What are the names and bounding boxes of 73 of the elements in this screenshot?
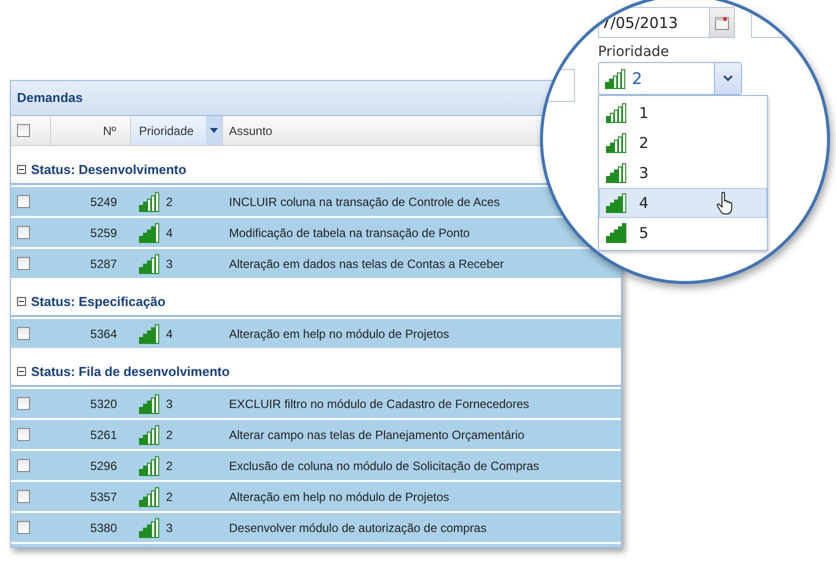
- checkbox[interactable]: [17, 397, 30, 410]
- field-label: Prioridade: [598, 44, 670, 60]
- table-cell-text: 5249: [89, 194, 118, 210]
- group-heading: Status: Especificação: [31, 294, 166, 308]
- table-cell-text: Alteração em help no módulo de Projetos: [228, 490, 450, 504]
- table-cell: 2: [166, 490, 173, 504]
- table-cell-text: 5261: [89, 426, 118, 444]
- checkbox[interactable]: [17, 490, 30, 503]
- priority-bars-icon: [606, 103, 627, 123]
- priority-bars-icon: [139, 324, 160, 344]
- table-cell-text: 5357: [89, 488, 118, 506]
- table-cell-text: Desenvolver módulo de autorização de compras: [228, 520, 488, 534]
- table-cell-text: Alteração em dados nas telas de Contas a Receber: [228, 256, 505, 270]
- table-row[interactable]: 5380 3 Desenvolver módulo de autorização de compras: [11, 511, 621, 542]
- checkbox[interactable]: [17, 521, 30, 534]
- priority-bars-icon: [139, 394, 160, 414]
- priority-combo-box[interactable]: 2: [598, 62, 742, 95]
- priority-bars-icon: [139, 424, 160, 444]
- table-cell-text: 5380: [89, 520, 118, 536]
- table-cell: 3: [166, 256, 173, 270]
- table-cell: 3: [166, 520, 173, 534]
- calendar-icon[interactable]: [710, 7, 735, 38]
- table-row[interactable]: 5320 3 EXCLUIR filtro no módulo de Cadastro de Fornecedores: [11, 387, 621, 418]
- priority-bars-icon: [605, 68, 626, 88]
- table-cell: 2: [166, 458, 173, 472]
- table-cell-text: EXCLUIR filtro no módulo de Cadastro de Fornecedores: [228, 396, 530, 410]
- table-cell-text: Alteração em help no módulo de Projetos: [228, 326, 450, 340]
- priority-bars-icon: [139, 192, 160, 212]
- group-heading: Status: Fila de desenvolvimento: [31, 364, 230, 378]
- dropdown-option[interactable]: 2: [599, 128, 767, 158]
- table-cell-text: Modificação de tabela na transação de Ponto: [228, 226, 471, 240]
- table-cell-text: 5320: [89, 396, 118, 412]
- group-heading: Status: Desenvolvimento: [31, 162, 186, 176]
- table-cell: 2: [166, 428, 173, 442]
- table-cell: 4: [166, 226, 173, 240]
- checkbox[interactable]: [17, 459, 30, 472]
- checkbox[interactable]: [17, 327, 30, 340]
- collapse-icon[interactable]: [17, 164, 26, 174]
- dropdown-option[interactable]: 4: [599, 188, 767, 218]
- table-cell: 3: [166, 396, 173, 410]
- priority-bars-icon: [139, 254, 160, 274]
- priority-bars-icon: [139, 486, 160, 506]
- priority-bars-icon: [606, 133, 627, 153]
- table-cell: 2: [166, 194, 173, 208]
- priority-bars-icon: [606, 163, 627, 183]
- priority-bars-icon: [606, 193, 627, 213]
- dropdown-option[interactable]: 3: [599, 158, 767, 188]
- priority-bars-icon: [606, 223, 627, 243]
- table-row[interactable]: 5296 2 Exclusão de coluna no módulo de Solicitação de Compras: [11, 449, 621, 480]
- table-cell-text: Exclusão de coluna no módulo de Solicitação de Compras: [228, 458, 540, 472]
- checkbox[interactable]: [17, 428, 30, 441]
- table-cell-text: 5296: [89, 458, 118, 474]
- collapse-icon[interactable]: [17, 296, 26, 306]
- table-cell: 4: [166, 326, 173, 340]
- checkbox[interactable]: [17, 195, 30, 208]
- dropdown-icon[interactable]: [206, 116, 222, 145]
- column-header[interactable]: Prioridade: [131, 116, 223, 145]
- table-cell-text: 5287: [89, 256, 118, 272]
- table-cell-text: 5364: [89, 326, 118, 342]
- table-cell-text: 5259: [89, 224, 118, 242]
- table-row[interactable]: 5364 4 Alteração em help no módulo de Projetos: [11, 317, 621, 348]
- checkbox[interactable]: [17, 257, 30, 270]
- collapse-icon[interactable]: [17, 366, 26, 376]
- table-cell-text: INCLUIR coluna na transação de Controle de Aces: [228, 194, 501, 208]
- table-cell-text: Alterar campo nas telas de Planejamento Orçamentário: [228, 428, 526, 442]
- priority-bars-icon: [139, 518, 160, 538]
- priority-bars-icon: [139, 456, 160, 476]
- table-row[interactable]: 5261 2 Alterar campo nas telas de Planejamento Orçamentário: [11, 418, 621, 449]
- checkbox[interactable]: [17, 124, 30, 137]
- chevron-down-icon[interactable]: [714, 63, 741, 94]
- table-row[interactable]: 5357 2 Alteração em help no módulo de Projetos: [11, 480, 621, 511]
- checkbox[interactable]: [17, 226, 30, 239]
- priority-bars-icon: [139, 222, 160, 242]
